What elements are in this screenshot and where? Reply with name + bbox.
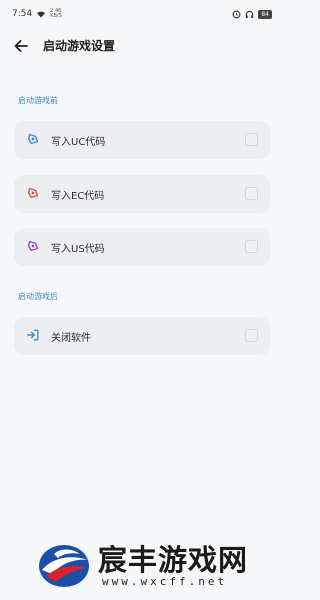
status-time: 7:54 — [12, 9, 33, 19]
status-bar: 7:54 2.46 KB/S 84 — [0, 0, 284, 28]
checkbox[interactable] — [245, 187, 258, 200]
share-icon — [27, 187, 39, 199]
option-close-app[interactable]: 关闭软件 — [14, 317, 270, 355]
status-left: 7:54 2.46 KB/S — [12, 8, 64, 20]
status-right: 84 — [232, 9, 272, 19]
exit-icon — [27, 329, 39, 341]
battery-indicator: 84 — [258, 9, 272, 19]
checkbox[interactable] — [245, 240, 258, 253]
page-title: 启动游戏设置 — [43, 39, 116, 53]
headphones-icon — [246, 10, 254, 18]
watermark-name: 宸丰游戏网 — [98, 543, 249, 577]
watermark-logo-icon — [39, 545, 89, 587]
option-write-us-code[interactable]: 写入US代码 — [14, 228, 270, 266]
section-label-before-launch: 启动游戏前 — [18, 96, 58, 105]
checkbox[interactable] — [245, 329, 258, 342]
watermark: 宸丰游戏网 www.wxcff.net — [36, 532, 276, 592]
alarm-icon — [232, 10, 241, 18]
wifi-icon — [37, 11, 46, 18]
arrow-left-icon[interactable] — [12, 37, 30, 55]
share-icon — [27, 133, 39, 145]
option-label: 关闭软件 — [51, 333, 91, 344]
option-label: 写入UC代码 — [51, 137, 106, 148]
share-icon — [27, 240, 39, 252]
option-write-ec-code[interactable]: 写入EC代码 — [14, 175, 270, 213]
checkbox[interactable] — [245, 133, 258, 146]
option-label: 写入US代码 — [51, 244, 105, 255]
option-write-uc-code[interactable]: 写入UC代码 — [14, 121, 270, 159]
section-label-after-launch: 启动游戏后 — [18, 292, 58, 301]
network-speed: 2.46 KB/S — [50, 8, 62, 19]
page-header: 启动游戏设置 — [0, 30, 284, 62]
option-label: 写入EC代码 — [51, 191, 105, 202]
watermark-url: www.wxcff.net — [102, 575, 228, 588]
